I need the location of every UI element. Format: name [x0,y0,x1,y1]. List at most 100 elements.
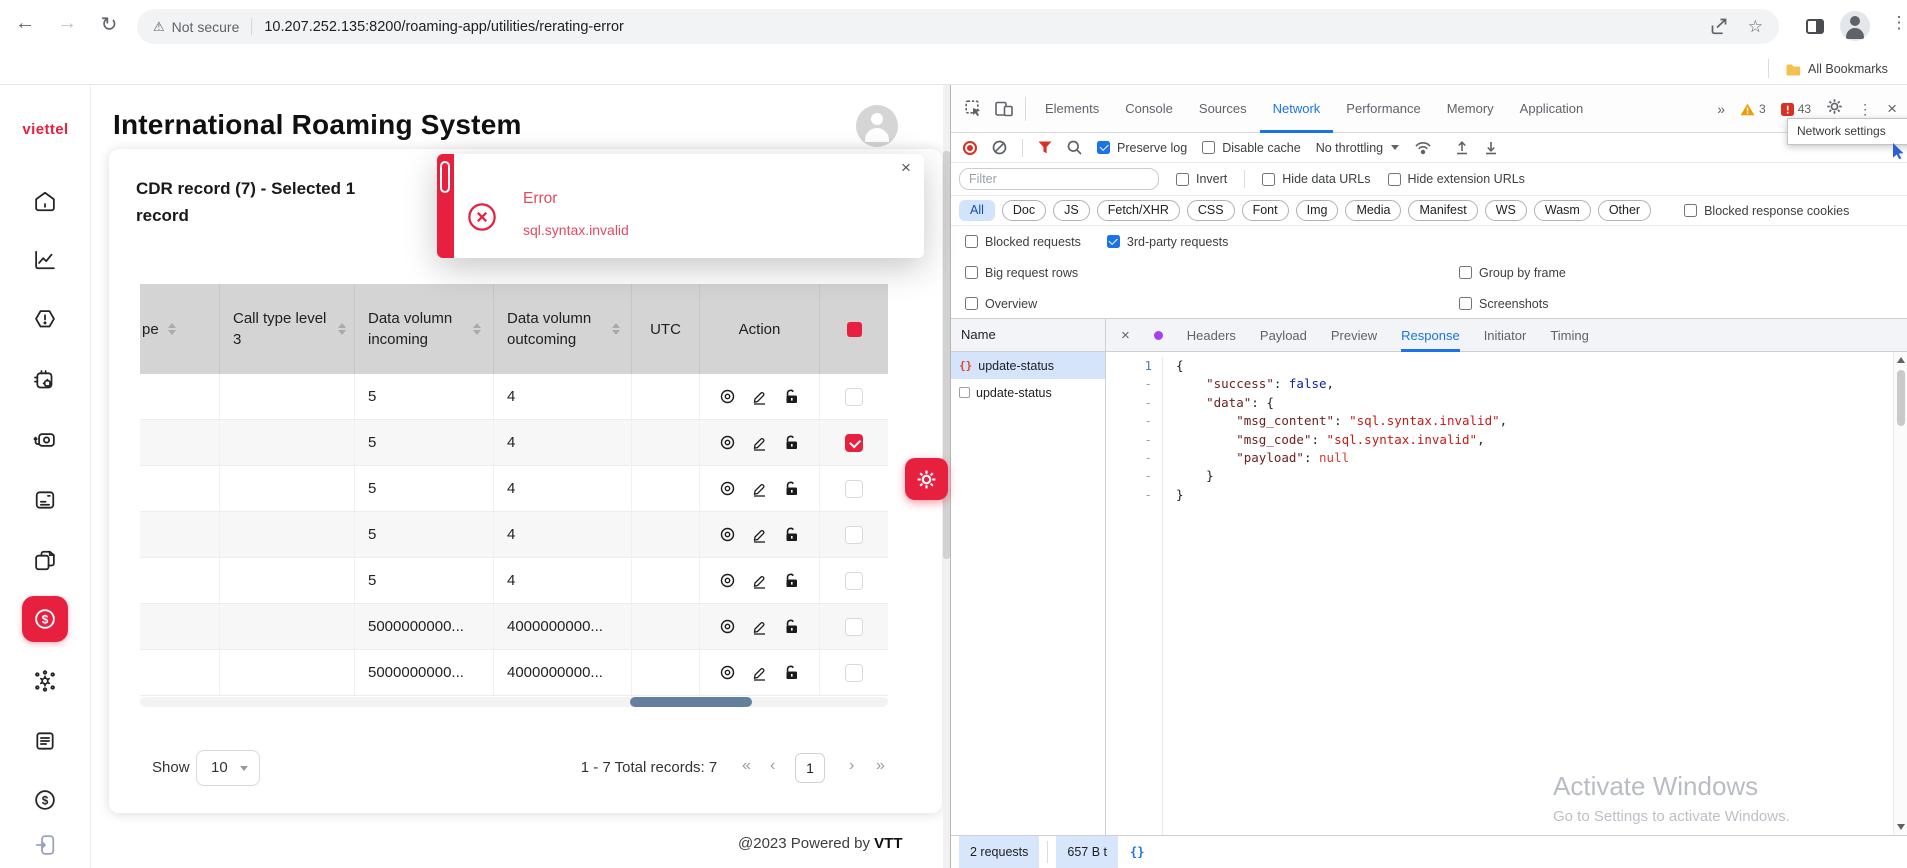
reload-icon[interactable]: ↻ [94,12,124,37]
forward-icon[interactable]: → [52,12,82,35]
sort-icon[interactable] [473,323,481,335]
preserve-log-checkbox[interactable]: Preserve log [1097,141,1187,155]
toast-close-icon[interactable]: × [896,158,916,178]
column-header[interactable]: Data volumn incoming [355,284,494,374]
devtools-tab-sources[interactable]: Sources [1186,85,1260,133]
view-icon[interactable] [719,526,736,543]
devtools-tab-network[interactable]: Network [1260,85,1334,133]
filter-chip-img[interactable]: Img [1296,200,1339,221]
checkbox-checked-icon[interactable] [1097,141,1110,154]
filter-chip-fetch-xhr[interactable]: Fetch/XHR [1097,200,1180,221]
sort-icon[interactable] [338,323,346,335]
checkbox-icon[interactable] [1202,141,1215,154]
checkbox-icon[interactable] [1262,173,1275,186]
record-network-log-icon[interactable] [963,141,977,155]
browser-profile-avatar[interactable] [1840,11,1870,41]
share-icon[interactable] [1710,18,1728,35]
checkbox-icon[interactable] [1459,266,1472,279]
network-conditions-icon[interactable] [1414,140,1432,155]
name-column-header[interactable]: Name [951,319,1106,351]
checkbox-icon[interactable] [965,266,978,279]
blocked-requests-checkbox[interactable]: Blocked requests [965,235,1081,249]
throttling-select[interactable]: No throttling [1316,141,1399,155]
filter-chip-other[interactable]: Other [1598,200,1651,221]
view-icon[interactable] [719,480,736,497]
devtools-tab-performance[interactable]: Performance [1333,85,1433,133]
request-row[interactable]: update-status [951,379,1105,406]
bookmark-star-icon[interactable]: ☆ [1748,17,1763,37]
column-header[interactable]: Data volumn outcoming [494,284,632,374]
warnings-badge[interactable]: 3 [1740,102,1766,116]
dollar-badge-icon[interactable]: $ [22,596,68,642]
view-icon[interactable] [719,664,736,681]
table-horizontal-scrollbar[interactable] [140,697,888,707]
response-viewer[interactable]: 1------- { "success": false, "data": { "… [1107,352,1893,835]
close-detail-icon[interactable]: × [1121,327,1130,344]
invert-checkbox[interactable]: Invert [1176,172,1227,186]
filter-chip-media[interactable]: Media [1345,200,1401,221]
hide-extension-urls-checkbox[interactable]: Hide extension URLs [1388,172,1525,186]
edit-icon[interactable] [751,526,768,543]
column-header[interactable]: Call type level 3 [220,284,355,374]
unlock-icon[interactable] [783,664,800,681]
devtools-tab-console[interactable]: Console [1112,85,1186,133]
sort-icon[interactable] [612,323,620,335]
current-page-button[interactable]: 1 [795,753,825,783]
big-request-rows-checkbox[interactable]: Big request rows [965,266,1078,280]
filter-input[interactable] [959,168,1159,190]
checkbox-icon[interactable] [1176,173,1189,186]
view-icon[interactable] [719,388,736,405]
document-list-icon[interactable] [32,728,58,754]
row-checkbox[interactable] [845,434,863,452]
scroll-down-icon[interactable] [1897,824,1905,830]
row-checkbox[interactable] [845,664,863,682]
view-icon[interactable] [719,572,736,589]
first-page-button[interactable]: « [742,757,751,775]
detail-tab-preview[interactable]: Preview [1331,319,1377,352]
pretty-print-icon[interactable]: {} [1130,836,1144,868]
last-page-button[interactable]: » [876,757,885,775]
dollar-circle-icon[interactable]: $ [32,787,58,813]
row-checkbox[interactable] [845,388,863,406]
errors-badge[interactable]: 43 [1781,102,1811,116]
filter-chip-doc[interactable]: Doc [1002,200,1046,221]
detail-tab-response[interactable]: Response [1401,319,1460,352]
filter-chip-css[interactable]: CSS [1187,200,1235,221]
all-bookmarks-label[interactable]: All Bookmarks [1808,62,1888,76]
request-row[interactable]: {}update-status [951,352,1105,379]
unlock-icon[interactable] [783,572,800,589]
network-hub-icon[interactable] [32,668,58,694]
filter-chip-font[interactable]: Font [1242,200,1289,221]
detail-tab-payload[interactable]: Payload [1260,319,1307,352]
clear-network-log-icon[interactable] [992,140,1007,155]
inspect-element-icon[interactable] [961,97,985,121]
devtools-tab-memory[interactable]: Memory [1434,85,1507,133]
address-bar[interactable]: ⚠ Not secure 10.207.252.135:8200/roaming… [137,9,1779,44]
group-by-frame-checkbox[interactable]: Group by frame [1459,266,1566,280]
page-size-select[interactable]: 10 [196,750,260,786]
browser-menu-icon[interactable]: ⋮ [1884,13,1907,33]
requests-count-chip[interactable]: 2 requests [959,836,1039,868]
user-avatar[interactable] [856,105,898,147]
security-label[interactable]: Not secure [172,19,240,35]
devtools-tab-elements[interactable]: Elements [1032,85,1112,133]
row-checkbox[interactable] [845,572,863,590]
select-all-checkbox[interactable] [847,322,862,337]
url-text[interactable]: 10.207.252.135:8200/roaming-app/utilitie… [264,19,1697,35]
detail-tab-initiator[interactable]: Initiator [1484,319,1527,352]
third-party-requests-checkbox[interactable]: 3rd-party requests [1107,235,1228,249]
edit-icon[interactable] [751,618,768,635]
blocked-response-cookies-checkbox[interactable]: Blocked response cookies [1684,204,1849,218]
hide-data-urls-checkbox[interactable]: Hide data URLs [1262,172,1370,186]
devtools-settings-gear-icon[interactable] [1826,98,1843,120]
unlock-icon[interactable] [783,434,800,451]
devtools-close-icon[interactable]: × [1887,99,1897,119]
detail-tab-headers[interactable]: Headers [1187,319,1236,352]
checkbox-icon[interactable] [1388,173,1401,186]
disable-cache-checkbox[interactable]: Disable cache [1202,141,1301,155]
edit-icon[interactable] [751,480,768,497]
settings-fab[interactable] [905,458,948,500]
unlock-icon[interactable] [783,618,800,635]
files-icon[interactable] [32,548,58,574]
response-scrollbar[interactable] [1893,352,1907,835]
